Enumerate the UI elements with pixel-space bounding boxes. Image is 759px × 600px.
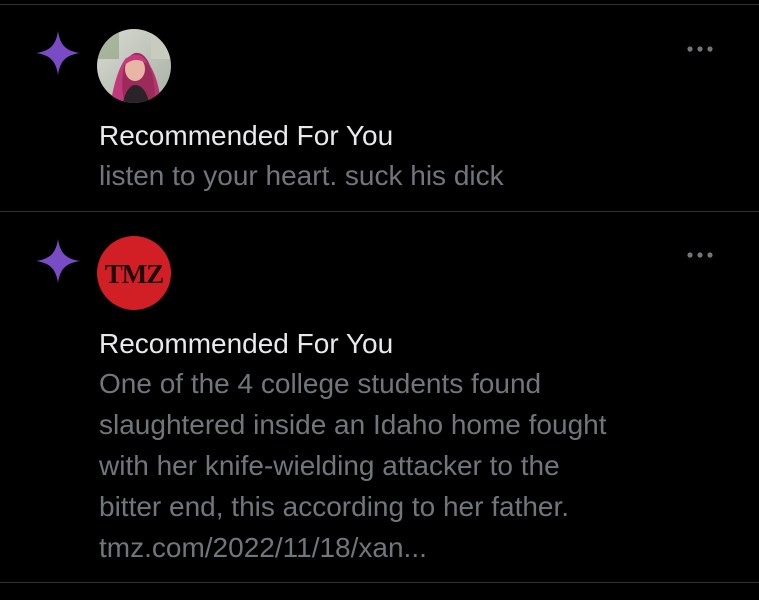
notification-heading: Recommended For You <box>99 328 394 359</box>
body-line: slaughtered inside an Idaho home fought <box>99 409 607 440</box>
more-options-icon[interactable] <box>685 249 715 261</box>
more-options-icon[interactable] <box>685 43 715 55</box>
body-line: bitter end, this according to her father… <box>99 491 570 522</box>
body-line: with her knife-wielding attacker to the <box>99 450 560 481</box>
notification-body: One of the 4 college students found slau… <box>99 363 699 568</box>
user-profile-photo <box>97 29 171 103</box>
body-line: One of the 4 college students found <box>99 368 542 399</box>
sparkle-icon <box>36 239 80 283</box>
tmz-logo: TMZ <box>97 236 171 310</box>
body-line: listen to your heart. suck his dick <box>99 160 504 191</box>
avatar[interactable] <box>97 29 171 103</box>
link-text[interactable]: tmz.com/2022/11/18/xan... <box>99 527 699 568</box>
notification-heading: Recommended For You <box>99 120 394 151</box>
svg-text:TMZ: TMZ <box>105 259 164 289</box>
notification-item[interactable]: TMZ Recommended For You One of the 4 col… <box>0 212 759 582</box>
notification-item[interactable]: Recommended For You listen to your heart… <box>0 5 759 211</box>
avatar[interactable]: TMZ <box>97 236 171 310</box>
divider <box>0 582 759 583</box>
sparkle-icon <box>36 31 80 75</box>
notification-body: listen to your heart. suck his dick <box>99 155 699 196</box>
